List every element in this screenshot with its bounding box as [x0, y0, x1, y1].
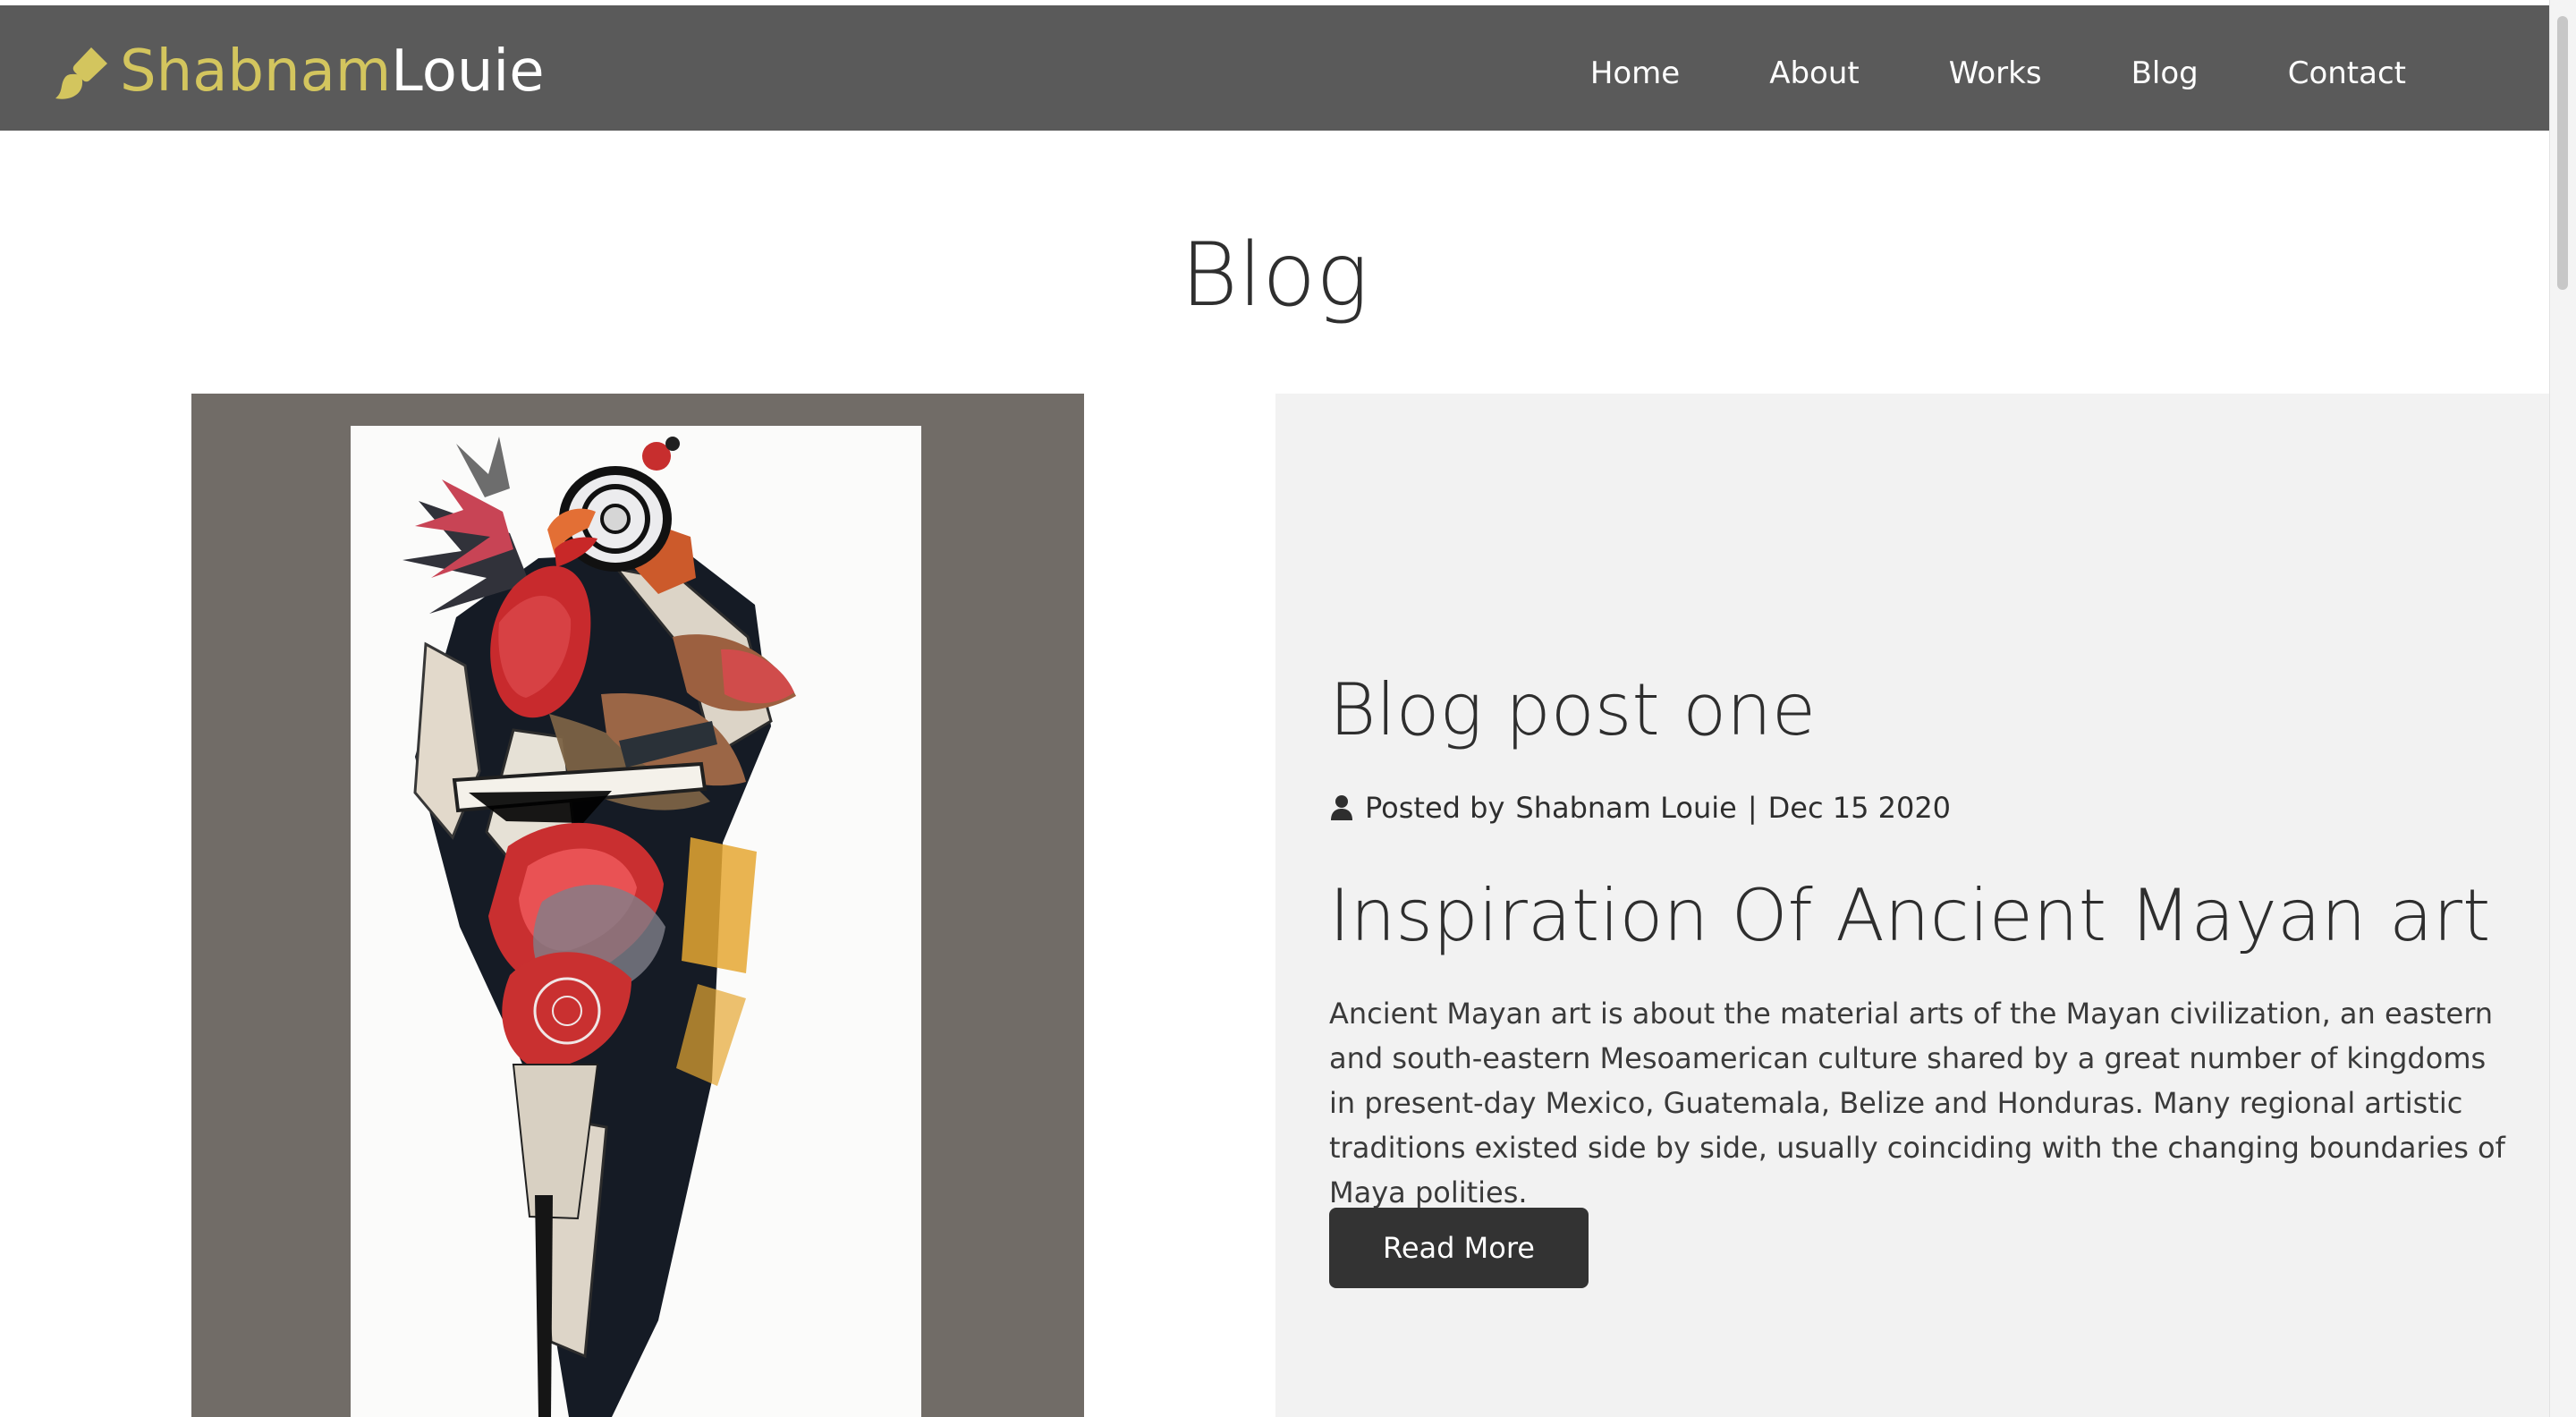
post-artwork[interactable]	[351, 426, 921, 1417]
post-title: Blog post one	[1329, 668, 1817, 751]
nav-link-about[interactable]: About	[1724, 45, 1904, 102]
posted-by-label: Posted by	[1365, 791, 1505, 825]
post-subtitle: Inspiration Of Ancient Mayan art	[1329, 874, 2491, 957]
page-title: Blog	[1180, 225, 1369, 327]
nav-link-blog[interactable]: Blog	[2087, 45, 2243, 102]
navbar: Shabnam Louie Home About Works Blog Cont…	[0, 5, 2549, 131]
read-more-button[interactable]: Read More	[1329, 1208, 1589, 1288]
brand-last-name: Louie	[391, 38, 545, 105]
nav-link-works[interactable]: Works	[1904, 45, 2087, 102]
vertical-scrollbar[interactable]	[2549, 0, 2576, 1417]
meta-separator: |	[1747, 791, 1758, 825]
brand-first-name: Shabnam	[120, 38, 392, 105]
post-image-frame	[191, 394, 1084, 1417]
nav-link-home[interactable]: Home	[1546, 45, 1724, 102]
nav-link-contact[interactable]: Contact	[2243, 45, 2451, 102]
user-icon	[1331, 795, 1352, 820]
post-author[interactable]: Shabnam Louie	[1515, 791, 1736, 825]
brand-logo[interactable]: Shabnam Louie	[52, 36, 545, 107]
brand-name: Shabnam Louie	[120, 43, 545, 100]
post-excerpt: Ancient Mayan art is about the material …	[1329, 997, 2505, 1209]
main-navigation: Home About Works Blog Contact	[1546, 45, 2451, 102]
post-meta: Posted by Shabnam Louie | Dec 15 2020	[1329, 791, 1951, 825]
post-date: Dec 15 2020	[1767, 791, 1952, 825]
mayan-artwork-image	[351, 426, 921, 1417]
blog-post-card: Blog post one Posted by Shabnam Louie | …	[1275, 394, 2549, 1417]
scrollbar-thumb[interactable]	[2557, 16, 2568, 290]
paintbrush-icon	[55, 47, 107, 99]
page: Shabnam Louie Home About Works Blog Cont…	[0, 0, 2576, 1417]
